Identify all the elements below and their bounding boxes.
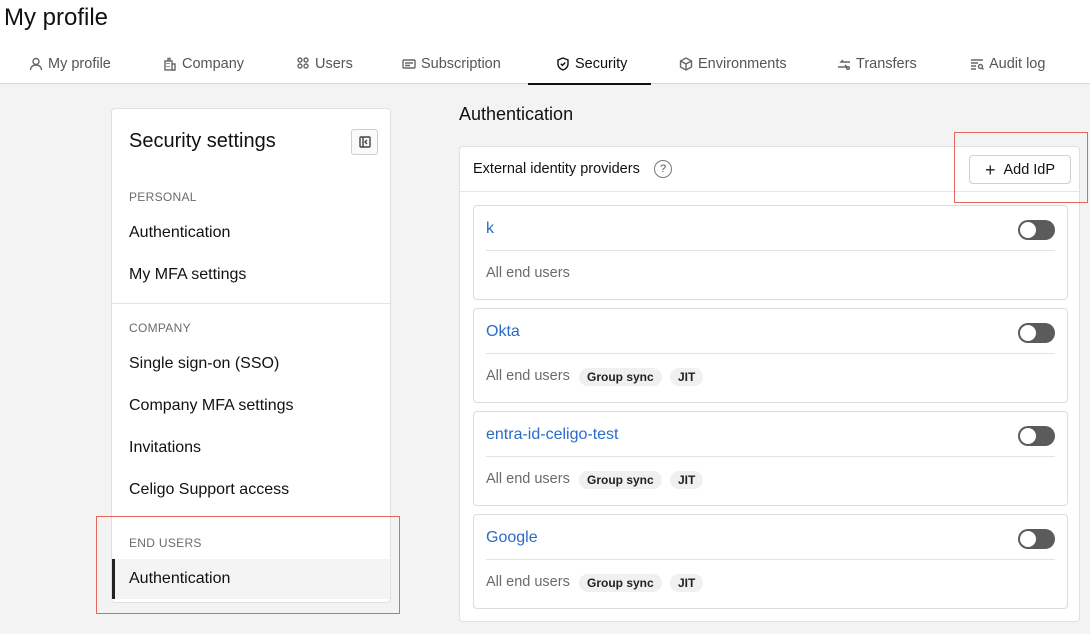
tab-label: Company bbox=[182, 56, 245, 72]
sidebar-item-end-users-authentication[interactable]: Authentication bbox=[112, 559, 390, 599]
badge-group-sync: Group sync bbox=[579, 368, 662, 386]
page-title: My profile bbox=[4, 4, 109, 31]
main-title: Authentication bbox=[459, 104, 574, 124]
providers-header-label: External identity providers bbox=[473, 161, 640, 177]
sidebar-item-personal-authentication[interactable]: Authentication bbox=[112, 213, 390, 253]
tab-subscription[interactable]: Subscription bbox=[402, 44, 501, 84]
card-divider bbox=[486, 456, 1055, 457]
idp-scope: All end users bbox=[486, 574, 570, 590]
plus-icon: + bbox=[984, 159, 996, 180]
badge-jit: JIT bbox=[670, 368, 704, 386]
sidebar-item-sso[interactable]: Single sign-on (SSO) bbox=[112, 344, 390, 384]
idp-name-link[interactable]: k bbox=[486, 220, 494, 238]
tab-label: Subscription bbox=[421, 56, 501, 72]
badge-jit: JIT bbox=[670, 574, 704, 592]
tab-label: Environments bbox=[698, 56, 787, 72]
collapse-panel-icon bbox=[358, 136, 371, 148]
tab-audit-log[interactable]: Audit log bbox=[970, 44, 1045, 84]
toggle-knob bbox=[1020, 428, 1036, 444]
top-bar: My profile My profile Company Users Subs… bbox=[0, 0, 1090, 85]
idp-name-link[interactable]: entra-id-celigo-test bbox=[486, 426, 619, 444]
badge-jit: JIT bbox=[670, 471, 704, 489]
idp-card: Okta All end users Group sync JIT bbox=[473, 308, 1068, 403]
toggle-knob bbox=[1020, 325, 1036, 341]
building-icon bbox=[164, 57, 176, 71]
user-icon bbox=[29, 57, 43, 71]
cube-icon bbox=[679, 57, 693, 71]
idp-name-link[interactable]: Okta bbox=[486, 323, 520, 341]
sidebar-item-celigo-support-access[interactable]: Celigo Support access bbox=[112, 470, 390, 510]
sidebar-item-my-mfa-settings[interactable]: My MFA settings bbox=[112, 255, 390, 295]
tab-bar: My profile Company Users Subscription Se… bbox=[0, 44, 1090, 85]
tab-transfers[interactable]: Transfers bbox=[837, 44, 917, 84]
tab-environments[interactable]: Environments bbox=[679, 44, 787, 84]
audit-log-icon bbox=[971, 59, 984, 70]
toggle-knob bbox=[1020, 531, 1036, 547]
panel-header: External identity providers ? + Add IdP bbox=[460, 147, 1079, 192]
add-idp-button[interactable]: + Add IdP bbox=[969, 155, 1071, 184]
tab-label: Transfers bbox=[856, 56, 917, 72]
section-heading-end-users: END USERS bbox=[129, 536, 202, 550]
sidebar-item-company-mfa-settings[interactable]: Company MFA settings bbox=[112, 386, 390, 426]
idp-scope: All end users bbox=[486, 265, 570, 281]
section-heading-personal: PERSONAL bbox=[129, 190, 197, 204]
card-icon bbox=[402, 59, 416, 69]
help-icon[interactable]: ? bbox=[654, 160, 672, 178]
badge-group-sync: Group sync bbox=[579, 471, 662, 489]
tab-security[interactable]: Security bbox=[527, 44, 652, 85]
badge-group-sync: Group sync bbox=[579, 574, 662, 592]
tab-label: Audit log bbox=[989, 56, 1046, 72]
idp-card: Google All end users Group sync JIT bbox=[473, 514, 1068, 609]
shield-icon bbox=[557, 57, 569, 71]
idp-enabled-toggle[interactable] bbox=[1018, 426, 1055, 446]
idp-card: k All end users bbox=[473, 205, 1068, 300]
idp-scope: All end users bbox=[486, 368, 570, 384]
tab-label: My profile bbox=[48, 56, 111, 72]
transfer-icon bbox=[838, 59, 850, 70]
idp-card: entra-id-celigo-test All end users Group… bbox=[473, 411, 1068, 506]
section-heading-company: COMPANY bbox=[129, 321, 191, 335]
tab-label: Security bbox=[575, 56, 628, 72]
toggle-knob bbox=[1020, 222, 1036, 238]
idp-enabled-toggle[interactable] bbox=[1018, 323, 1055, 343]
tab-label: Users bbox=[315, 56, 353, 72]
idp-scope: All end users bbox=[486, 471, 570, 487]
sidebar-item-invitations[interactable]: Invitations bbox=[112, 428, 390, 468]
idp-name-link[interactable]: Google bbox=[486, 529, 538, 547]
tab-my-profile[interactable]: My profile bbox=[29, 44, 111, 84]
idp-enabled-toggle[interactable] bbox=[1018, 220, 1055, 240]
sidebar-title: Security settings bbox=[129, 130, 276, 152]
tab-users[interactable]: Users bbox=[296, 44, 353, 84]
sidebar-divider bbox=[112, 303, 390, 304]
users-icon bbox=[297, 57, 309, 69]
card-divider bbox=[486, 250, 1055, 251]
tab-company[interactable]: Company bbox=[163, 44, 244, 84]
add-idp-label: Add IdP bbox=[1003, 161, 1056, 178]
card-divider bbox=[486, 353, 1055, 354]
card-divider bbox=[486, 559, 1055, 560]
idp-enabled-toggle[interactable] bbox=[1018, 529, 1055, 549]
identity-providers-panel: External identity providers ? + Add IdP … bbox=[459, 146, 1080, 622]
collapse-sidebar-button[interactable] bbox=[351, 129, 378, 155]
security-settings-sidebar: Security settings PERSONAL Authenticatio… bbox=[111, 108, 391, 603]
